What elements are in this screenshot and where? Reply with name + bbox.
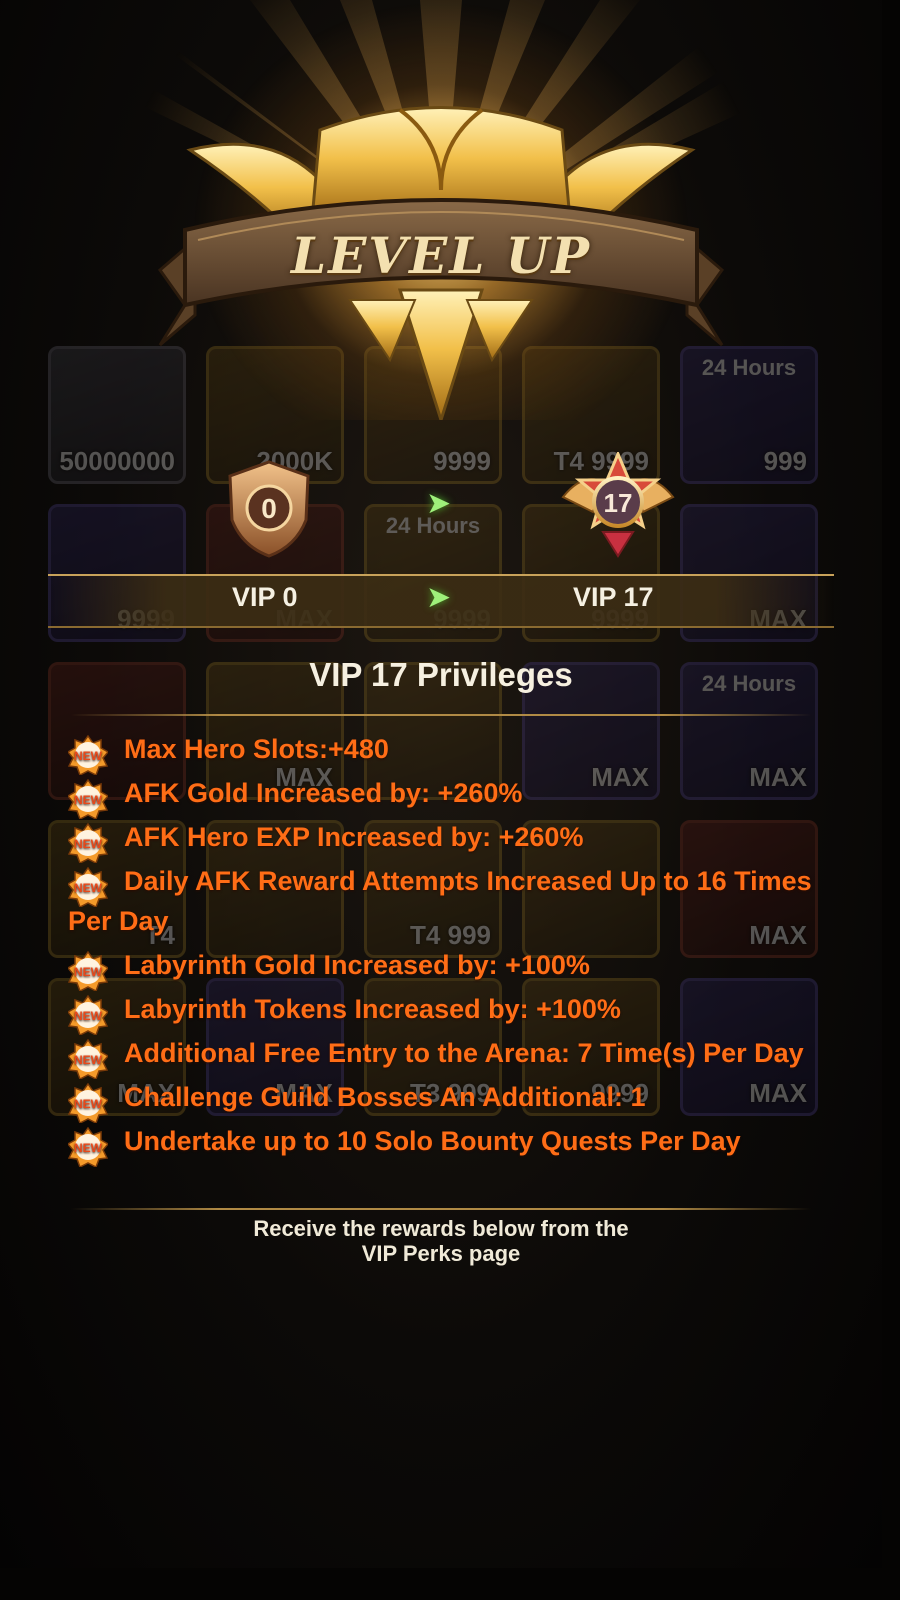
vip-17-number: 17 (604, 488, 633, 518)
new-badge-icon: NEW (68, 779, 108, 819)
divider (70, 1208, 812, 1210)
level-up-popup[interactable]: 500000002000K9999T4 999924 Hours9999999M… (0, 0, 882, 1568)
vip-17-badge-icon: 17 (561, 452, 675, 558)
new-badge-text: NEW (74, 1009, 103, 1023)
new-badge-text: NEW (74, 881, 103, 895)
double-chevron-right-icon: ➤ (426, 487, 452, 520)
new-badge-text: NEW (74, 1141, 103, 1155)
new-badge-text: NEW (74, 749, 103, 763)
new-badge-icon: NEW (68, 823, 108, 863)
new-badge-icon: NEW (68, 735, 108, 775)
vip-0-badge-icon: 0 (228, 460, 310, 558)
privilege-item: NEW Labyrinth Tokens Increased by: +100% (68, 989, 828, 1035)
new-badge-text: NEW (74, 965, 103, 979)
new-badge-text: NEW (74, 837, 103, 851)
vip-to-label: VIP 17 (573, 582, 654, 612)
privilege-text: Labyrinth Tokens Increased by: +100% (124, 994, 621, 1024)
privileges-list: NEW Max Hero Slots:+480 NEW AFK Gold Increa… (68, 729, 828, 1167)
new-badge-icon: NEW (68, 995, 108, 1035)
privilege-item: NEW Challenge Guild Bosses An Additional:… (68, 1077, 828, 1123)
privilege-item: NEW AFK Hero EXP Increased by: +260% (68, 817, 828, 863)
rewards-note: Receive the rewards below from the VIP P… (0, 1216, 882, 1266)
privilege-text: Additional Free Entry to the Arena: 7 Ti… (124, 1038, 804, 1068)
privileges-title: VIP 17 Privileges (309, 656, 573, 693)
privilege-item: NEW AFK Gold Increased by: +260% (68, 773, 828, 819)
vip-from-label: VIP 0 (232, 582, 298, 612)
new-badge-text: NEW (74, 793, 103, 807)
new-badge-icon: NEW (68, 1083, 108, 1123)
privilege-item: NEW Labyrinth Gold Increased by: +100% (68, 945, 828, 991)
rewards-note-line-2: VIP Perks page (361, 1241, 521, 1266)
double-chevron-right-icon: ➤ (426, 581, 452, 614)
privilege-item: NEW Daily AFK Reward Attempts Increased U… (68, 861, 828, 941)
privilege-text: Daily AFK Reward Attempts Increased Up t… (68, 866, 812, 936)
privilege-text: AFK Gold Increased by: +260% (124, 778, 523, 808)
privilege-item: NEW Undertake up to 10 Solo Bounty Quests… (68, 1121, 828, 1167)
new-badge-icon: NEW (68, 951, 108, 991)
privilege-text: Labyrinth Gold Increased by: +100% (124, 950, 590, 980)
privilege-text: AFK Hero EXP Increased by: +260% (124, 822, 584, 852)
new-badge-icon: NEW (68, 867, 108, 907)
new-badge-icon: NEW (68, 1127, 108, 1167)
divider (70, 714, 812, 716)
privilege-item: NEW Additional Free Entry to the Arena: 7… (68, 1033, 828, 1079)
new-badge-text: NEW (74, 1097, 103, 1111)
vip-transition: 0 ➤ 17 VIP 0 ➤ VIP 17 (48, 452, 834, 632)
privilege-text: Undertake up to 10 Solo Bounty Quests Pe… (124, 1126, 741, 1156)
level-up-title: LEVEL UP (291, 226, 591, 285)
privilege-item: NEW Max Hero Slots:+480 (68, 729, 828, 775)
new-badge-text: NEW (74, 1053, 103, 1067)
rewards-note-line-1: Receive the rewards below from the (253, 1216, 629, 1241)
vip-0-number: 0 (261, 493, 277, 524)
privilege-text: Max Hero Slots:+480 (124, 734, 389, 764)
new-badge-icon: NEW (68, 1039, 108, 1079)
privilege-text: Challenge Guild Bosses An Additional: 1 (124, 1082, 646, 1112)
